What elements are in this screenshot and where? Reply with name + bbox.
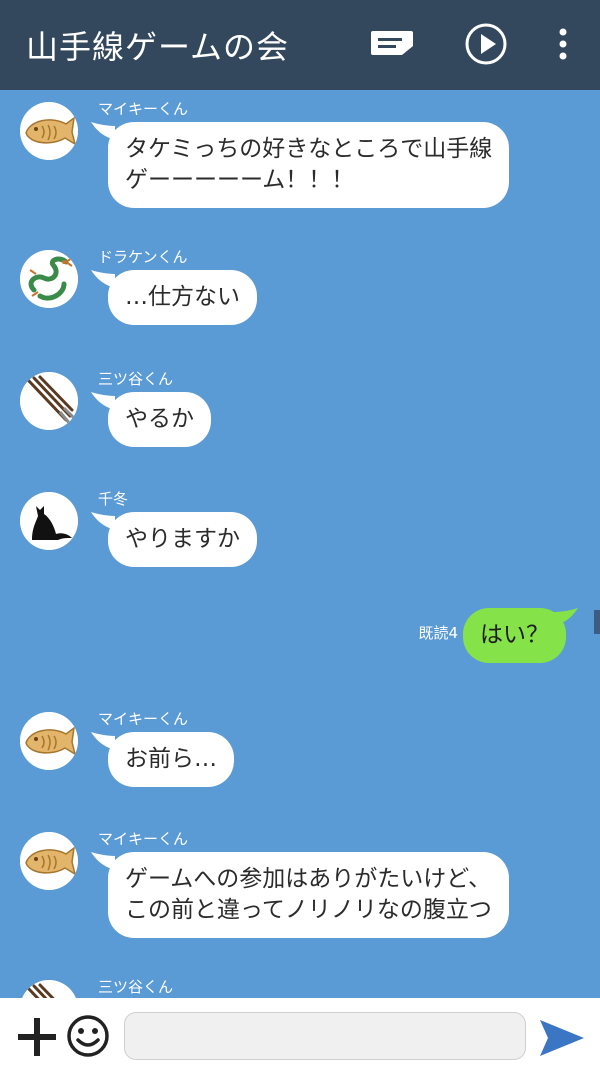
- dragon-avatar-icon[interactable]: [20, 250, 78, 308]
- scrollbar-thumb[interactable]: [594, 610, 600, 634]
- input-bar: [0, 998, 600, 1076]
- plus-icon[interactable]: [16, 1016, 58, 1058]
- sender-name: マイキーくん: [98, 710, 189, 728]
- message-text: ゲームへの参加はありがたいけど、: [125, 866, 492, 892]
- message-bubble-sent[interactable]: はい？: [463, 608, 566, 663]
- play-icon[interactable]: [464, 22, 508, 66]
- sticks-avatar-icon[interactable]: [20, 372, 78, 430]
- message-text: お前ら…: [125, 746, 217, 772]
- taiyaki-avatar-icon[interactable]: [20, 832, 78, 890]
- read-receipt: 既読4: [418, 624, 458, 642]
- message-text: はい？: [480, 622, 549, 648]
- taiyaki-avatar-icon[interactable]: [20, 102, 78, 160]
- message-bubble[interactable]: やるか: [108, 392, 211, 447]
- sender-name: 三ツ谷くん: [98, 978, 174, 996]
- sticks-avatar-icon[interactable]: [20, 980, 78, 998]
- cat-avatar-icon[interactable]: [20, 492, 78, 550]
- message-text: やりますか: [125, 526, 240, 552]
- message-bubble[interactable]: ゲームへの参加はありがたいけど、 この前と違ってノリノリなの腹立つ: [108, 852, 509, 938]
- message-text: ゲーーーーーム！！！: [125, 167, 355, 193]
- sender-name: 千冬: [98, 490, 129, 508]
- message-text: この前と違ってノリノリなの腹立つ: [125, 897, 492, 923]
- emoji-icon[interactable]: [66, 1014, 110, 1058]
- message-text: …仕方ない: [125, 284, 240, 310]
- note-icon[interactable]: [370, 30, 414, 58]
- message-text: やるか: [125, 406, 194, 432]
- sender-name: ドラケンくん: [98, 248, 188, 266]
- chat-area[interactable]: マイキーくん タケミっちの好きなところで山手線 ゲーーーーーム！！！ ドラケンくん…: [0, 90, 600, 998]
- chat-title: 山手線ゲームの会: [26, 28, 290, 66]
- message-bubble[interactable]: お前ら…: [108, 732, 234, 787]
- bubble-tail: [554, 608, 578, 626]
- more-vertical-icon[interactable]: [552, 26, 574, 62]
- sender-name: マイキーくん: [98, 100, 189, 118]
- send-icon[interactable]: [538, 1018, 586, 1058]
- message-bubble[interactable]: タケミっちの好きなところで山手線 ゲーーーーーム！！！: [108, 122, 510, 208]
- message-input[interactable]: [124, 1012, 526, 1060]
- message-bubble[interactable]: …仕方ない: [108, 270, 257, 325]
- sender-name: 三ツ谷くん: [98, 370, 174, 388]
- message-bubble[interactable]: やりますか: [108, 512, 257, 567]
- sender-name: マイキーくん: [98, 830, 189, 848]
- chat-header: 山手線ゲームの会: [0, 0, 600, 90]
- message-text: タケミっちの好きなところで山手線: [125, 136, 493, 162]
- taiyaki-avatar-icon[interactable]: [20, 712, 78, 770]
